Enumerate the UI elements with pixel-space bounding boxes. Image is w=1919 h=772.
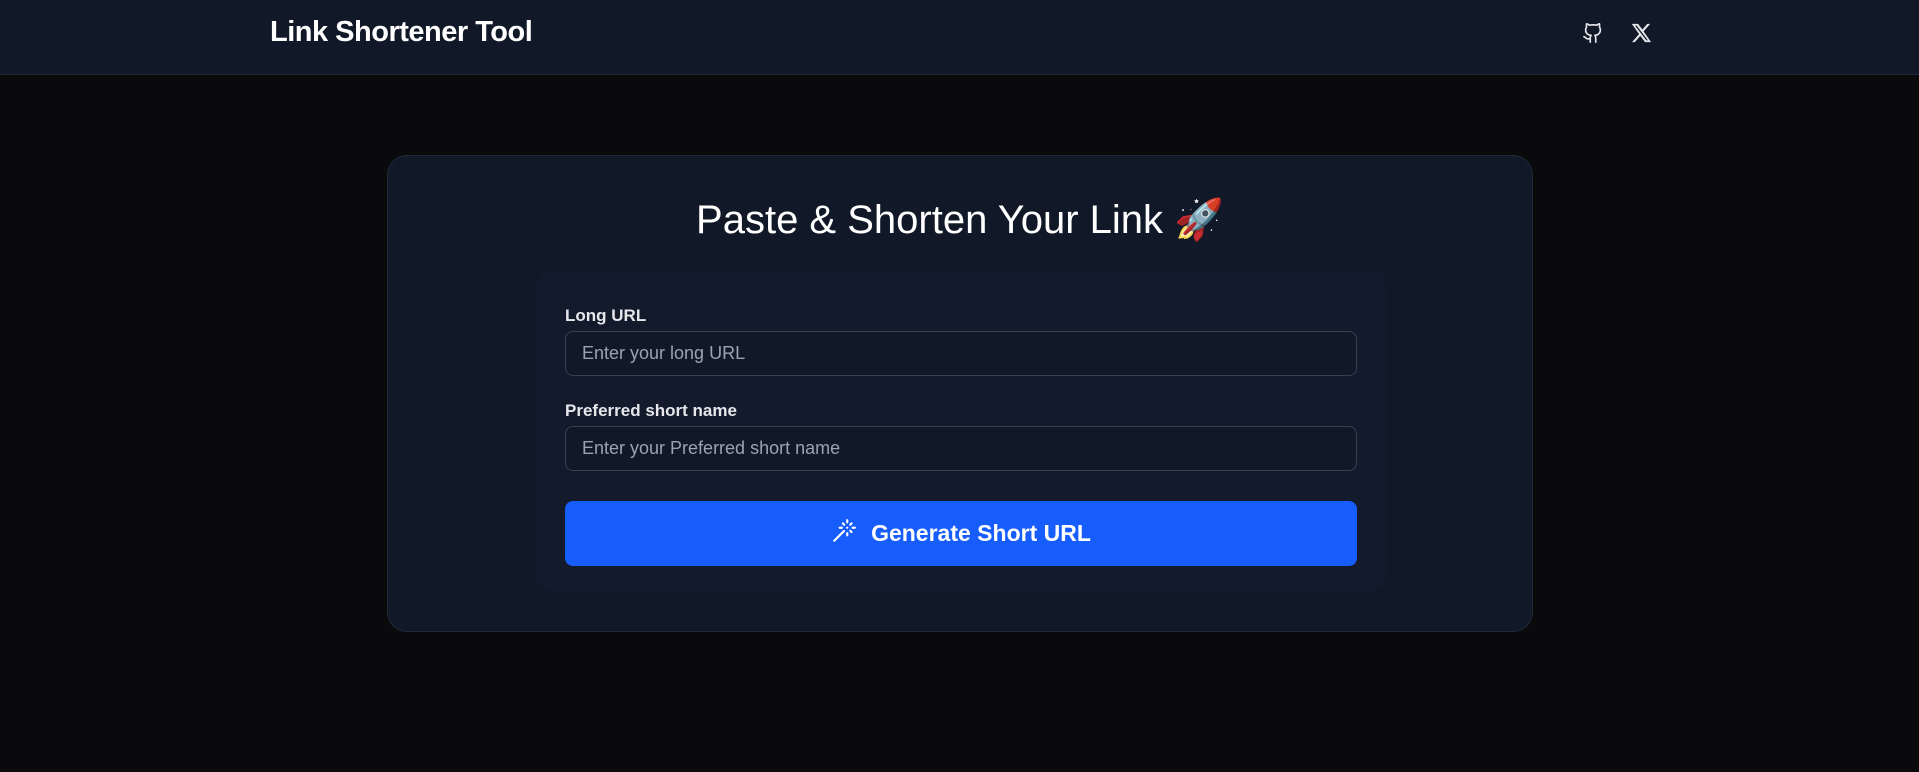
short-name-label: Preferred short name — [565, 401, 737, 420]
app-title[interactable]: Link Shortener Tool — [270, 16, 533, 49]
generate-short-url-button[interactable]: Generate Short URL — [565, 501, 1357, 566]
top-navbar: Link Shortener Tool — [0, 0, 1919, 75]
magic-wand-icon — [831, 518, 857, 550]
shortener-card: Paste & Shorten Your Link 🚀 Long URL Pre… — [387, 155, 1533, 632]
generate-button-label: Generate Short URL — [871, 520, 1091, 546]
short-name-input[interactable] — [565, 426, 1357, 471]
page-title: Paste & Shorten Your Link 🚀 — [696, 198, 1224, 242]
shorten-form: Long URL Preferred short name Generate S… — [536, 271, 1386, 591]
github-icon[interactable] — [1580, 20, 1606, 46]
social-links — [1580, 20, 1654, 46]
long-url-input[interactable] — [565, 331, 1357, 376]
long-url-label: Long URL — [565, 306, 647, 325]
x-twitter-icon[interactable] — [1628, 20, 1654, 46]
